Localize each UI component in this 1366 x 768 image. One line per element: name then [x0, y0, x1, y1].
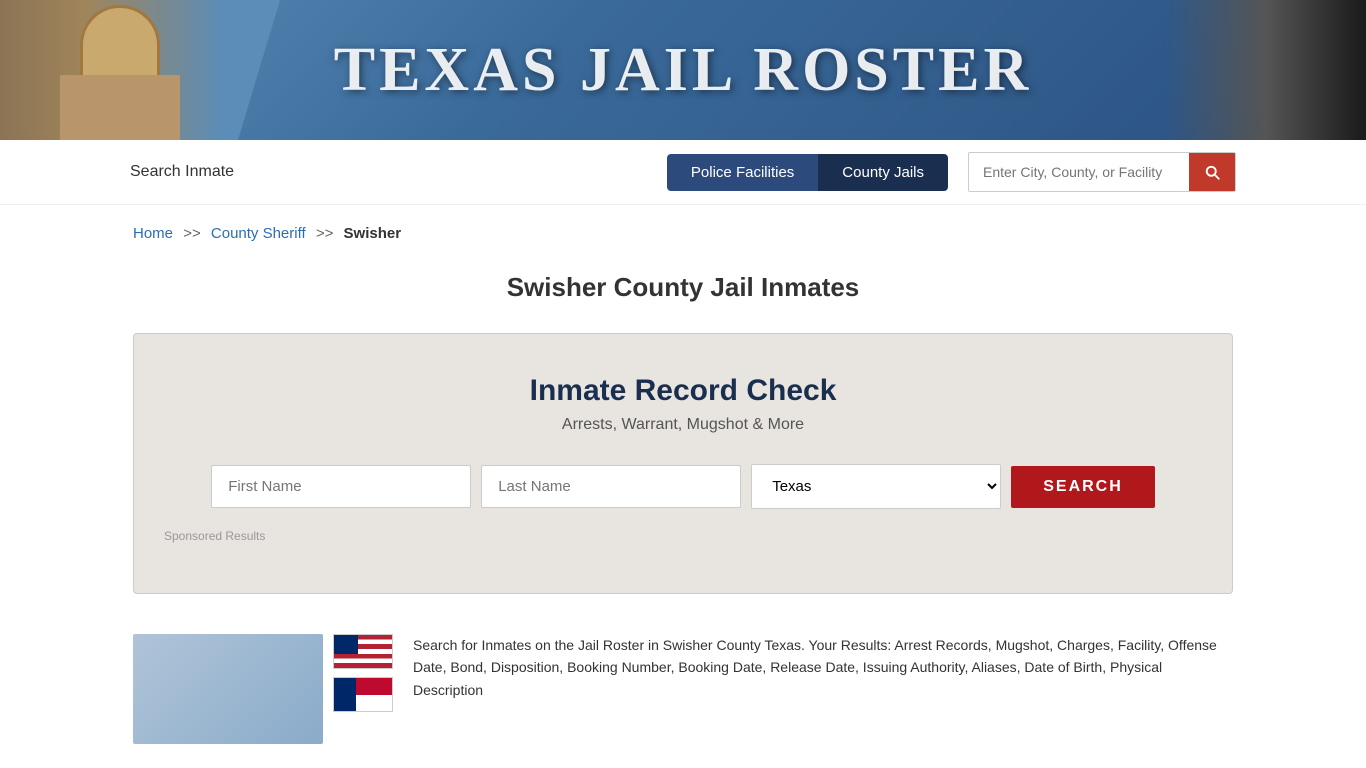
- us-flag-canton: [334, 635, 358, 654]
- inmate-search-button[interactable]: SEARCH: [1011, 466, 1155, 508]
- texas-flag: [333, 677, 393, 712]
- bottom-description: Search for Inmates on the Jail Roster in…: [413, 634, 1233, 701]
- page-title: Swisher County Jail Inmates: [133, 272, 1233, 303]
- state-select[interactable]: AlabamaAlaskaArizonaArkansasCaliforniaCo…: [751, 464, 1001, 509]
- inmate-record-box: Inmate Record Check Arrests, Warrant, Mu…: [133, 333, 1233, 594]
- facility-search-button[interactable]: [1189, 153, 1235, 191]
- search-inmate-label: Search Inmate: [130, 163, 234, 181]
- banner-right-overlay: [1166, 0, 1366, 140]
- texas-flag-red: [356, 678, 392, 695]
- nav-bar: Search Inmate Police Facilities County J…: [0, 140, 1366, 205]
- sponsored-label: Sponsored Results: [164, 529, 1202, 543]
- header-banner: Texas Jail Roster: [0, 0, 1366, 140]
- texas-flag-white: [356, 695, 392, 712]
- record-box-subtitle: Arrests, Warrant, Mugshot & More: [164, 416, 1202, 434]
- search-icon: [1203, 163, 1221, 181]
- breadcrumb-current: Swisher: [344, 225, 402, 242]
- record-box-title: Inmate Record Check: [164, 374, 1202, 408]
- site-title: Texas Jail Roster: [334, 35, 1033, 106]
- breadcrumb-county-sheriff[interactable]: County Sheriff: [211, 225, 306, 242]
- facility-search-wrap: [968, 152, 1236, 192]
- nav-buttons: Police Facilities County Jails: [667, 154, 948, 191]
- last-name-input[interactable]: [481, 465, 741, 508]
- breadcrumb-home[interactable]: Home: [133, 225, 173, 242]
- police-facilities-button[interactable]: Police Facilities: [667, 154, 818, 191]
- banner-building-body: [60, 75, 180, 140]
- inmate-search-form: AlabamaAlaskaArizonaArkansasCaliforniaCo…: [164, 464, 1202, 509]
- breadcrumb: Home >> County Sheriff >> Swisher: [133, 205, 1233, 252]
- texas-flag-blue: [334, 678, 356, 711]
- content-area: Home >> County Sheriff >> Swisher Swishe…: [113, 205, 1253, 754]
- flag-wrap: [333, 634, 393, 744]
- breadcrumb-sep1: >>: [183, 225, 201, 242]
- bottom-section: Search for Inmates on the Jail Roster in…: [133, 624, 1233, 754]
- texas-flag-right: [356, 678, 392, 711]
- banner-dome: [80, 5, 160, 85]
- bottom-image-wrap: [133, 634, 393, 744]
- us-flag: [333, 634, 393, 669]
- facility-search-input[interactable]: [969, 154, 1189, 190]
- breadcrumb-sep2: >>: [316, 225, 334, 242]
- county-jails-button[interactable]: County Jails: [818, 154, 948, 191]
- bottom-building-image: [133, 634, 323, 744]
- first-name-input[interactable]: [211, 465, 471, 508]
